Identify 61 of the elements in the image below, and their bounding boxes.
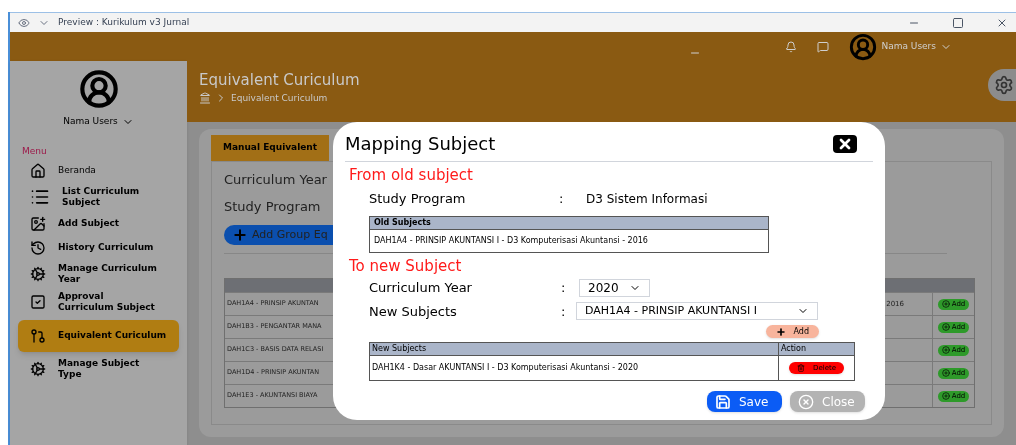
sidebar-item[interactable]: List Curriculum Subject: [18, 184, 179, 211]
save-icon: [715, 393, 731, 410]
column-header: Action: [778, 343, 854, 355]
plus-icon: [941, 323, 950, 331]
section-heading: To new Subject: [349, 257, 462, 276]
avatar-icon: [78, 69, 119, 109]
page-title: Equivalent Curiculum: [199, 70, 360, 91]
field-label: Curriculum Year: [224, 170, 327, 189]
close-button[interactable]: [833, 134, 857, 153]
window-title: Preview : Kurikulum v3 Jurnal: [58, 15, 190, 29]
menu-label: Menu: [22, 144, 48, 158]
field-label: New Subjects: [369, 302, 458, 321]
history-icon: [30, 239, 46, 256]
sidebar-item[interactable]: Add Subject: [18, 212, 179, 235]
trash-icon: [797, 364, 805, 372]
section-heading: From old subject: [349, 166, 473, 185]
plus-icon: [775, 326, 786, 337]
gear-icon: [30, 265, 46, 282]
field-label: Curriculum Year: [369, 279, 473, 297]
close-icon: [798, 393, 814, 410]
checkbox-icon: [30, 294, 46, 311]
settings-icon: [994, 75, 1014, 95]
year-select[interactable]: 2020: [579, 278, 650, 297]
separator: :: [561, 279, 567, 297]
maximize-icon[interactable]: [952, 16, 964, 29]
breadcrumb-link[interactable]: Equivalent Curiculum: [231, 91, 328, 105]
message-icon[interactable]: [817, 40, 830, 53]
field-value: D3 Sistem Informasi: [586, 190, 708, 208]
branch-icon: [30, 327, 46, 344]
subject-select[interactable]: DAH1A4 - PRINSIP AKUNTANSI I: [576, 302, 818, 321]
plus-icon: [941, 300, 950, 308]
sidebar-item[interactable]: Manage Curriculum Year: [18, 260, 179, 287]
avatar-icon[interactable]: [849, 32, 878, 61]
dialog-title: Mapping Subject: [345, 132, 496, 156]
add-image-icon: [30, 215, 46, 232]
user-name[interactable]: Nama Users: [881, 39, 936, 54]
table-header: Old Subjects: [370, 217, 768, 231]
column-header: New Subjects: [371, 343, 428, 355]
plus-icon: [232, 226, 248, 243]
sidebar-item[interactable]: Approval Curriculum Subject: [18, 289, 179, 316]
eye-icon: [18, 16, 30, 29]
user-name[interactable]: Nama Users: [63, 115, 118, 129]
plus-icon: [941, 392, 950, 400]
sidebar-item[interactable]: Equivalent Curiculum: [18, 319, 179, 352]
gear-icon: [30, 360, 46, 377]
plus-icon: [941, 369, 950, 377]
sidebar-item[interactable]: History Curriculum: [18, 236, 179, 259]
save-button[interactable]: Save: [707, 391, 782, 412]
bell-icon[interactable]: [785, 40, 798, 53]
separator: :: [561, 302, 567, 321]
field-label: Study Program: [224, 198, 321, 216]
tab[interactable]: Manual Equivalent: [211, 135, 330, 161]
settings-button[interactable]: [988, 69, 1016, 101]
add-button[interactable]: Add: [765, 325, 819, 338]
sidebar-item[interactable]: Beranda: [18, 160, 179, 182]
plus-icon: [941, 346, 950, 354]
table-cell-text: DAH1K4 - Dasar AKUNTANSI I - D3 Komputerisasi Akuntansi - 2020: [371, 362, 640, 374]
field-label: Study Program: [369, 189, 467, 208]
table-cell-text: DAH1A4 - PRINSIP AKUNTANSI I - D3 Komputerisasi Akuntansi - 2016: [373, 235, 649, 248]
sidebar-item[interactable]: Manage Subject Type: [18, 355, 179, 382]
separator: :: [559, 189, 565, 208]
